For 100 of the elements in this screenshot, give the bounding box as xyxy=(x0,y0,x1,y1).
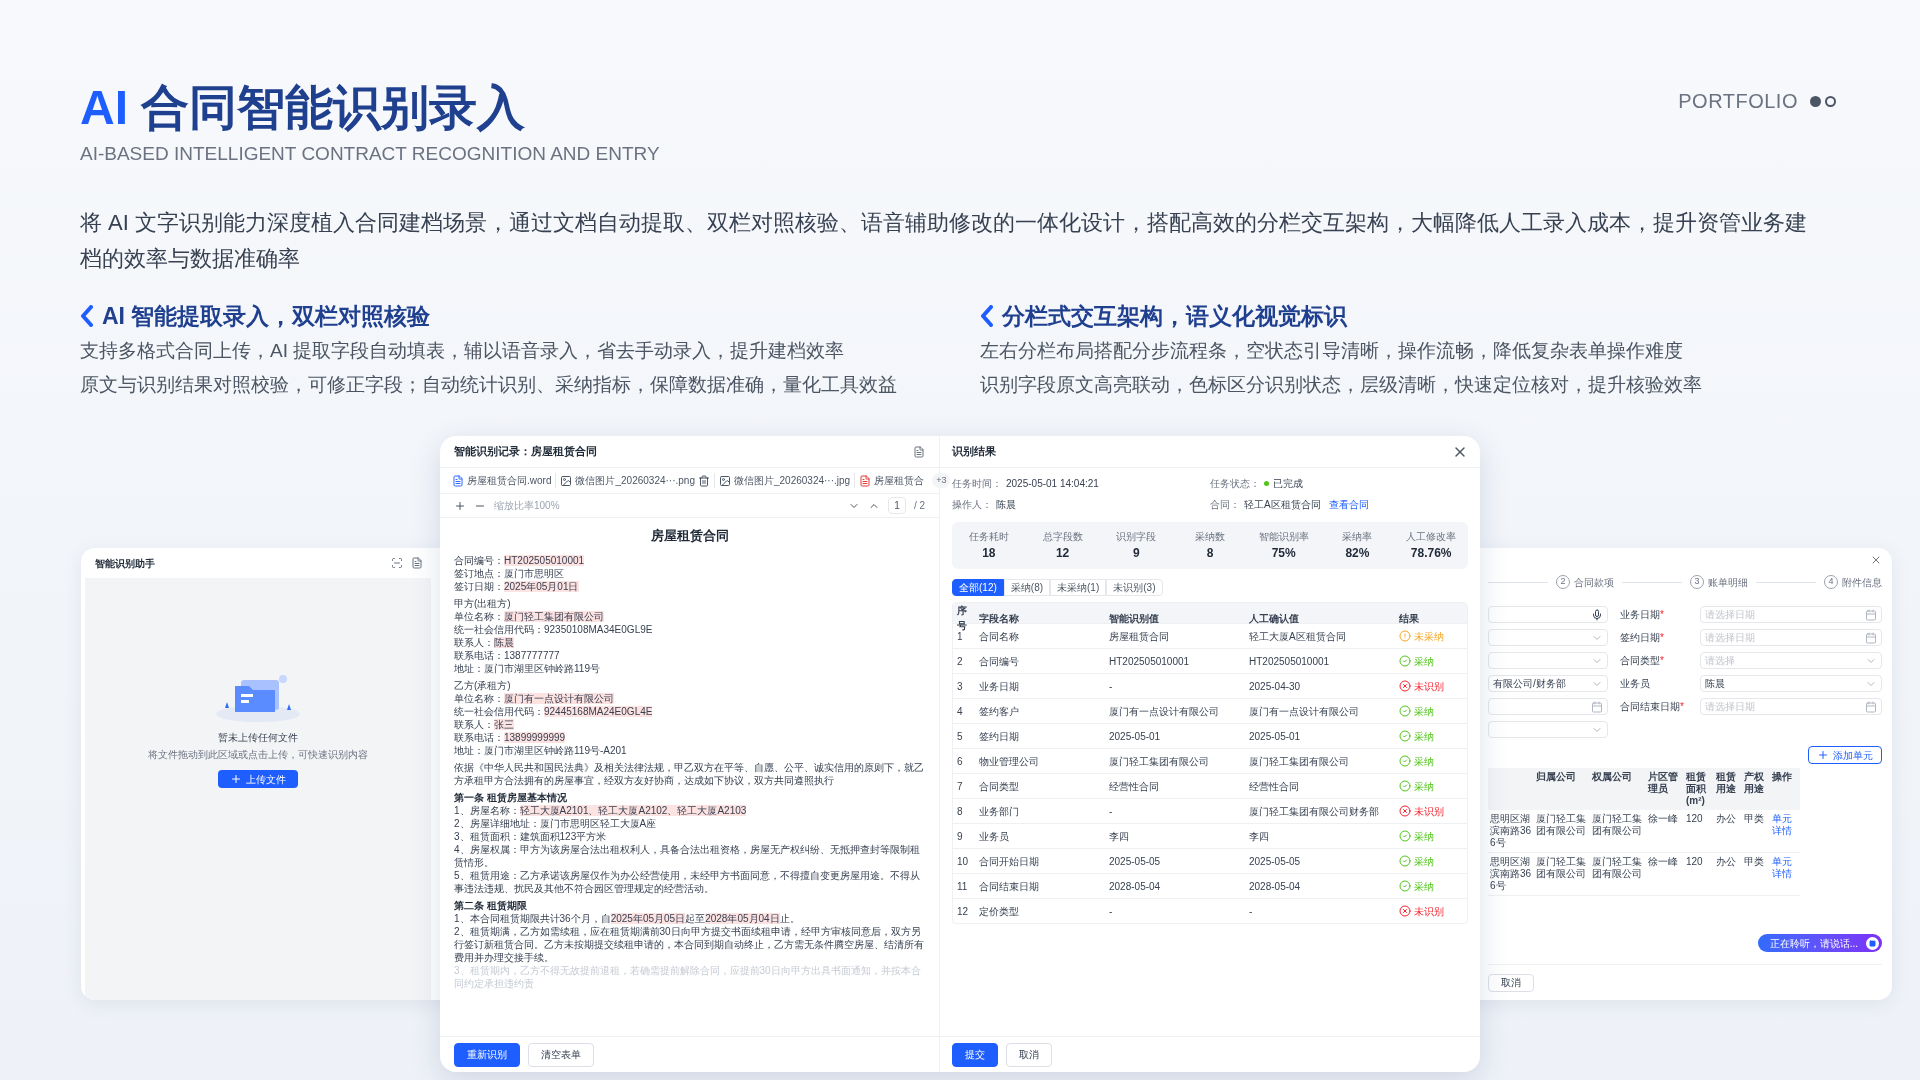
trash-icon[interactable] xyxy=(697,474,710,487)
table-cell-text: - xyxy=(1248,904,1254,919)
field-label: 合同结束日期* xyxy=(1620,700,1685,714)
document-icon xyxy=(859,474,872,487)
result-status: 未识别 xyxy=(1414,679,1444,694)
document-line: 1、房屋名称：轻工大厦A2101、轻工大厦A2102、轻工大厦A2103 xyxy=(454,803,748,817)
column-header: 结果 xyxy=(1398,611,1420,626)
table-cell-text: 李四 xyxy=(1108,829,1130,844)
result-status: 未识别 xyxy=(1414,804,1444,819)
voice-status-pill[interactable]: 正在聆听，请说话... xyxy=(1757,934,1882,952)
file-tab[interactable]: 房屋租赁合 xyxy=(859,473,929,488)
submit-button[interactable]: 提交 xyxy=(952,1042,998,1067)
zoom-in-icon[interactable] xyxy=(454,499,466,512)
column-header: 操作 xyxy=(1770,768,1800,810)
feature-text: 原文与识别结果对照校验，可修正字段；自动统计识别、采纳指标，保障数据准确，量化工具效益 xyxy=(80,373,898,397)
document-line: 合同编号：HT202505010001 xyxy=(454,553,586,567)
document-icon[interactable] xyxy=(411,557,423,569)
chevron-left-icon xyxy=(80,304,94,327)
table-cell-text: 经营性合同 xyxy=(1248,779,1300,794)
table-cell: 办公 xyxy=(1714,810,1742,853)
stop-icon[interactable] xyxy=(1869,939,1876,947)
table-cell-text: - xyxy=(1108,679,1114,694)
image-file-icon xyxy=(560,474,573,487)
result-status: 采纳 xyxy=(1414,854,1434,869)
stat-label: 任务耗时 xyxy=(968,530,1009,544)
window-title: 智能识别助手 xyxy=(95,556,155,571)
re-recognize-button[interactable]: 重新识别 xyxy=(454,1042,520,1067)
column-header: 片区管理员 xyxy=(1646,768,1684,810)
table-cell-text: 2025-05-05 xyxy=(1108,854,1162,869)
document-line: 单位名称：厦门有一点设计有限公司 xyxy=(454,691,615,705)
filter-tab[interactable]: 未采纳(1) xyxy=(1050,579,1107,596)
table-cell-text: 9 xyxy=(956,829,964,844)
column-header: 序号 xyxy=(956,604,968,632)
empty-state-hint: 将文件拖动到此区域或点击上传，可快速识别内容 xyxy=(148,748,368,762)
table-cell-text: 厦门轻工集团有限公司 xyxy=(1108,754,1210,769)
document-line: 2、租赁期满，乙方如需续租，应在租赁期满前30日向甲方提交书面续租申请，经甲方审核同意后，双方另行签订新租赁合同。乙方未按期提交续租申请的，本合同到期自动终止，乙方需无条件腾空房屋、结清所有费用并办理交接手续。 xyxy=(454,924,925,964)
table-cell: 厦门轻工集团有限公司 xyxy=(1590,810,1646,853)
meta-label: 任务时间： xyxy=(952,477,1002,491)
table-cell-text: 7 xyxy=(956,779,964,794)
close-icon[interactable] xyxy=(1870,554,1882,566)
table-cell-text: 3 xyxy=(956,679,964,694)
form-field[interactable]: 陈晨 xyxy=(1700,675,1882,692)
document-icon[interactable] xyxy=(913,445,925,458)
document-line: 联系电话：1387777777 xyxy=(454,648,561,662)
table-cell: 厦门轻工集团有限公司 xyxy=(1590,853,1646,896)
step-label: 附件信息 xyxy=(1842,575,1882,590)
file-tab[interactable]: 微信图片_20260324···.png xyxy=(560,473,715,488)
table-cell-text: 业务日期 xyxy=(978,679,1020,694)
form-field[interactable] xyxy=(1488,698,1608,715)
scan-icon[interactable] xyxy=(391,557,403,569)
view-contract-link[interactable]: 查看合同 xyxy=(1328,497,1369,512)
table-cell-text: 5 xyxy=(956,729,964,744)
error-icon xyxy=(1399,905,1411,917)
window-title: 智能识别记录：房屋租赁合同 xyxy=(454,444,597,460)
calendar-icon xyxy=(1591,700,1603,713)
stat-label: 识别字段 xyxy=(1116,530,1157,544)
file-tab[interactable]: 房屋租赁合同.word xyxy=(452,473,557,488)
stat-value: 12 xyxy=(1055,545,1070,562)
more-files-badge[interactable]: +3 xyxy=(932,472,951,489)
document-line: 统一社会信用代码：92350108MA34E0GL9E xyxy=(454,622,654,636)
form-field[interactable] xyxy=(1488,652,1608,669)
document-line: 联系人：张三 xyxy=(454,717,515,731)
upload-button[interactable]: 上传文件 xyxy=(218,770,298,788)
table-cell: 120 xyxy=(1684,853,1714,896)
feature-heading: 分栏式交互架构，语义化视觉标识 xyxy=(1002,301,1347,331)
stat-value: 75% xyxy=(1271,545,1296,562)
table-cell-text: 2025-05-05 xyxy=(1248,854,1302,869)
table-cell-text: 6 xyxy=(956,754,964,769)
form-field[interactable]: 有限公司/财务部 xyxy=(1488,675,1608,692)
table-cell-text: 房屋租赁合同 xyxy=(1108,629,1170,644)
table-cell-text: - xyxy=(1108,904,1114,919)
chevron-left-icon xyxy=(980,304,994,327)
detail-link[interactable]: 单元详情 xyxy=(1770,853,1800,896)
page-input[interactable]: 1 xyxy=(888,497,906,514)
file-tab[interactable]: 微信图片_20260324···.jpg xyxy=(718,473,856,488)
table-cell-text: 1 xyxy=(956,630,963,644)
document-line: 签订地点：厦门市思明区 xyxy=(454,566,565,580)
form-field[interactable] xyxy=(1488,721,1608,738)
result-status: 未识别 xyxy=(1414,904,1444,919)
upload-area[interactable]: 暂未上传任何文件 将文件拖动到此区域或点击上传，可快速识别内容 上传文件 xyxy=(85,578,431,1000)
detail-link[interactable]: 单元详情 xyxy=(1770,810,1800,853)
form-field[interactable] xyxy=(1488,606,1608,623)
filter-tab[interactable]: 采纳(8) xyxy=(1003,579,1051,596)
document-line: 3、租赁面积：建筑面积123平方米 xyxy=(454,829,608,843)
table-cell-text: 合同编号 xyxy=(978,654,1020,669)
table-cell-text: 合同结束日期 xyxy=(978,879,1040,894)
cancel-button[interactable]: 取消 xyxy=(1488,973,1534,992)
filter-tab[interactable]: 未识别(3) xyxy=(1106,579,1163,596)
calendar-icon xyxy=(1865,700,1877,713)
feature-text: 支持多格式合同上传，AI 提取字段自动填表，辅以语音录入，省去手动录入，提升建档效率 xyxy=(80,339,846,363)
result-status: 采纳 xyxy=(1414,654,1434,669)
table-cell-text: 厦门有一点设计有限公司 xyxy=(1248,704,1360,719)
microphone-icon[interactable] xyxy=(1591,608,1603,621)
add-unit-button[interactable]: 添加单元 xyxy=(1808,746,1882,764)
clear-form-button[interactable]: 清空表单 xyxy=(528,1042,594,1067)
filter-tab[interactable]: 全部(12) xyxy=(952,579,1004,596)
empty-state-title: 暂未上传任何文件 xyxy=(218,731,298,745)
document-line: 5、租赁用途：乙方承诺该房屋仅作为办公经营使用，未经甲方书面同意，不得擅自变更房屋用途。不得从事违法违规、扰民及其他不符合园区管理规定的经营活动。 xyxy=(454,868,921,895)
form-field[interactable] xyxy=(1488,629,1608,646)
cancel-button[interactable]: 取消 xyxy=(1006,1042,1052,1067)
